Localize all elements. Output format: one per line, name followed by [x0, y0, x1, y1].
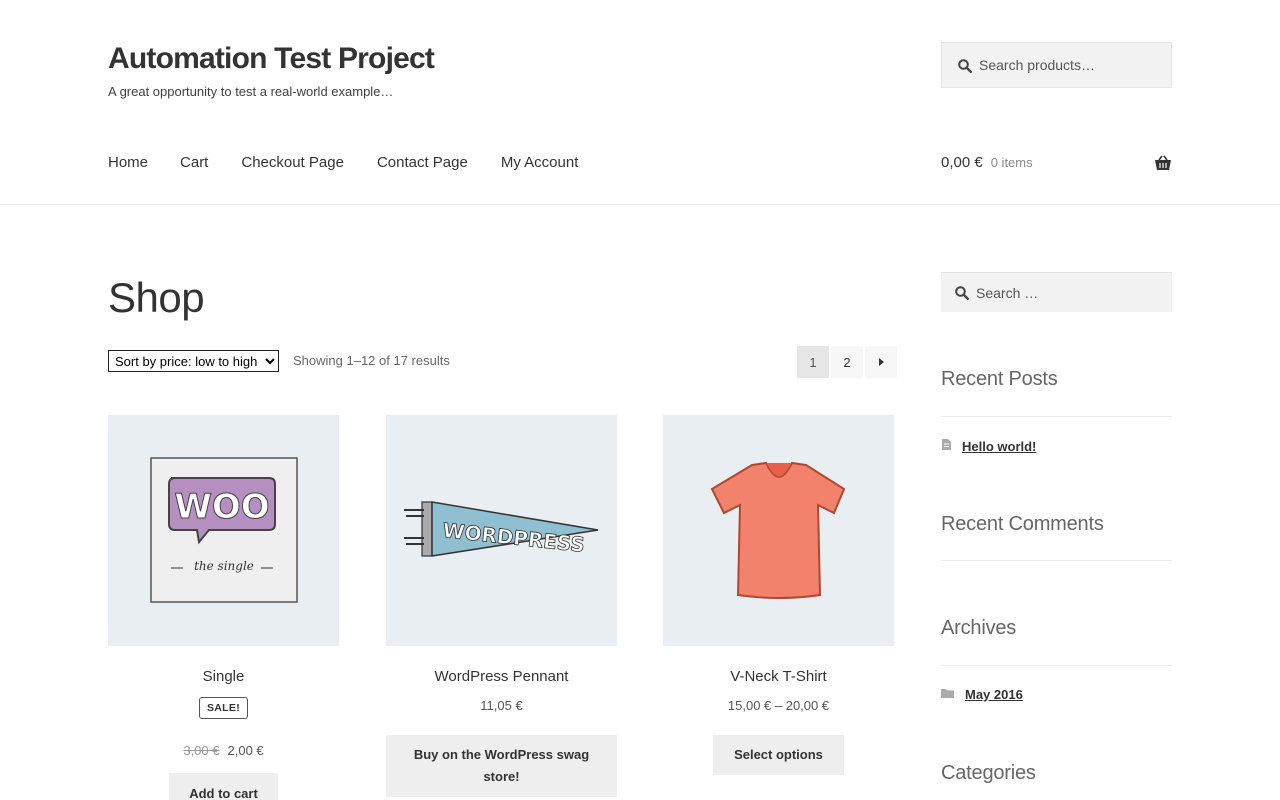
- cart-item-count: 0 items: [990, 155, 1033, 170]
- sort-select[interactable]: Sort by price: low to high: [108, 350, 279, 372]
- widget-divider: [941, 416, 1172, 417]
- nav-my-account[interactable]: My Account: [501, 154, 579, 171]
- product-name[interactable]: V-Neck T-Shirt: [663, 668, 894, 686]
- header-search-box[interactable]: [941, 42, 1172, 88]
- archive-link[interactable]: May 2016: [965, 687, 1023, 702]
- nav-home[interactable]: Home: [108, 154, 148, 171]
- recent-post-link[interactable]: Hello world!: [962, 439, 1036, 454]
- cart-amount: 0,00 €: [941, 154, 983, 171]
- primary-navigation: Home Cart Checkout Page Contact Page My …: [108, 154, 611, 171]
- product-name[interactable]: WordPress Pennant: [386, 668, 617, 686]
- buy-external-button[interactable]: Buy on the WordPress swag store!: [386, 735, 617, 797]
- old-price: 3,00 €: [183, 743, 220, 758]
- add-to-cart-button[interactable]: Add to cart: [169, 773, 278, 800]
- product-image[interactable]: [663, 415, 894, 646]
- product-price: 15,00 € – 20,00 €: [727, 698, 830, 713]
- search-products-input[interactable]: [979, 57, 1169, 73]
- product-price: 11,05 €: [480, 698, 523, 713]
- header-cart[interactable]: 0,00 € 0 items: [941, 154, 1172, 171]
- next-page-button[interactable]: [865, 346, 897, 378]
- header-divider: [0, 204, 1280, 205]
- product-image[interactable]: WORDPRESS: [386, 415, 617, 646]
- widget-divider: [941, 665, 1172, 666]
- search-icon: [955, 286, 969, 300]
- nav-checkout-page[interactable]: Checkout Page: [241, 154, 344, 171]
- archive-item: May 2016: [941, 687, 1023, 702]
- sidebar-search-box[interactable]: [941, 272, 1172, 312]
- categories-title: Categories: [941, 762, 1036, 784]
- result-count: Showing 1–12 of 17 results: [293, 353, 450, 368]
- product-image[interactable]: WOO the single: [108, 415, 339, 646]
- product-name[interactable]: Single: [108, 668, 339, 686]
- recent-posts-title: Recent Posts: [941, 368, 1058, 390]
- site-tagline: A great opportunity to test a real-world…: [108, 84, 394, 99]
- page-2[interactable]: 2: [831, 346, 863, 378]
- sidebar-search-input[interactable]: [976, 284, 1166, 301]
- product-price: 3,00 € 2,00 €: [108, 743, 339, 758]
- recent-comments-title: Recent Comments: [941, 513, 1104, 535]
- sale-badge: SALE!: [199, 697, 248, 719]
- the-single-text: the single: [194, 559, 254, 573]
- nav-contact-page[interactable]: Contact Page: [377, 154, 468, 171]
- basket-icon: [1154, 155, 1172, 171]
- recent-post-item: Hello world!: [941, 438, 1036, 454]
- pennant-artwork: WORDPRESS: [403, 500, 598, 557]
- search-icon: [958, 58, 972, 73]
- product-card: WOO the single Single SALE! 3,00 € 2,00 €…: [108, 415, 339, 800]
- woo-single-artwork: WOO the single: [149, 456, 298, 603]
- archives-title: Archives: [941, 617, 1017, 639]
- folder-icon: [941, 687, 955, 702]
- nav-cart[interactable]: Cart: [180, 154, 208, 171]
- site-title[interactable]: Automation Test Project: [108, 42, 435, 76]
- sale-price: 2,00 €: [227, 743, 264, 758]
- page-title: Shop: [108, 274, 205, 321]
- widget-divider: [941, 560, 1172, 561]
- pagination: 1 2: [797, 346, 899, 378]
- woo-text: WOO: [174, 487, 269, 527]
- product-card: WORDPRESS WordPress Pennant 11,05 € Buy …: [386, 415, 617, 797]
- product-card: V-Neck T-Shirt 15,00 € – 20,00 € Select …: [663, 415, 894, 775]
- page-1: 1: [797, 346, 829, 378]
- select-options-button[interactable]: Select options: [713, 735, 844, 775]
- tshirt-artwork: [710, 461, 845, 599]
- arrow-right-icon: [878, 358, 884, 366]
- document-icon: [941, 438, 952, 454]
